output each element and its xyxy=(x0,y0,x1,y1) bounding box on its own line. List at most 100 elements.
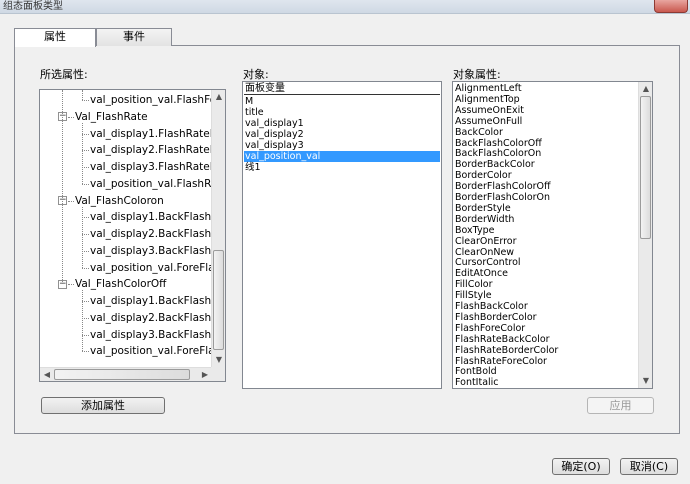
object-list-item[interactable]: title xyxy=(245,107,264,118)
tree-connector xyxy=(82,133,89,135)
close-window-button[interactable] xyxy=(654,0,688,13)
scroll-right-arrow-icon[interactable]: ▶ xyxy=(198,368,212,382)
object-prop-item[interactable]: EditAtOnce xyxy=(455,268,508,279)
object-prop-item[interactable]: AlignmentTop xyxy=(455,94,520,105)
object-prop-item[interactable]: AssumeOnFull xyxy=(455,116,522,127)
tree-content: val_position_val.FlashFor − Val_FlashRate v… xyxy=(40,90,212,367)
object-prop-item[interactable]: BorderColor xyxy=(455,170,512,181)
tree-connector xyxy=(82,290,83,352)
object-prop-item[interactable]: CursorControl xyxy=(455,257,521,268)
object-prop-item[interactable]: FlashForeColor xyxy=(455,323,525,334)
scroll-down-arrow-icon[interactable]: ▼ xyxy=(639,374,653,388)
scroll-up-arrow-icon[interactable]: ▲ xyxy=(639,82,653,96)
tree-leaf-node[interactable]: val_display1.BackFlashCo xyxy=(90,293,212,310)
object-prop-item[interactable]: FillStyle xyxy=(455,290,492,301)
object-prop-item[interactable]: BorderStyle xyxy=(455,203,511,214)
tab-properties-label: 属性 xyxy=(44,30,66,43)
ok-button[interactable]: 确定(O) xyxy=(552,458,610,475)
tree-connector xyxy=(82,217,89,219)
tree-connector xyxy=(62,90,63,285)
tree-leaf-node[interactable]: val_display2.BackFlashCo xyxy=(90,310,212,327)
scroll-corner xyxy=(211,367,225,381)
tree-leaf-node[interactable]: val_position_val.FlashRat xyxy=(90,176,212,193)
object-prop-item[interactable]: BorderBackColor xyxy=(455,159,535,170)
object-prop-item[interactable]: BackFlashColorOn xyxy=(455,148,541,159)
add-property-button[interactable]: 添加属性 xyxy=(41,397,165,414)
object-list-item[interactable]: val_display3 xyxy=(245,140,304,151)
object-prop-item[interactable]: FillColor xyxy=(455,279,493,290)
props-vscroll-thumb[interactable] xyxy=(640,96,651,239)
tree-group-node[interactable]: Val_FlashRate xyxy=(75,109,148,126)
tree-leaf-node[interactable]: val_display3.BackFlashCo xyxy=(90,327,212,344)
tree-connector xyxy=(68,116,74,118)
tab-properties[interactable]: 属性 xyxy=(14,28,96,47)
tree-connector xyxy=(82,183,89,185)
object-prop-item[interactable]: FlashRateBackColor xyxy=(455,334,550,345)
object-prop-item[interactable]: BorderFlashColorOff xyxy=(455,181,551,192)
tree-leaf-node[interactable]: val_position_val.FlashFor xyxy=(90,92,212,109)
tree-leaf-node[interactable]: val_position_val.ForeFlas xyxy=(90,260,212,277)
object-prop-item[interactable]: FlashRateForeColor xyxy=(455,356,547,367)
tree-connector xyxy=(82,100,89,101)
object-prop-item[interactable]: FontItalic xyxy=(455,377,499,388)
tree-hscroll-thumb[interactable] xyxy=(54,369,190,380)
object-prop-item[interactable]: AssumeOnExit xyxy=(455,105,524,116)
tab-events-label: 事件 xyxy=(123,30,145,43)
tree-leaf-node[interactable]: val_display2.BackFlashCo xyxy=(90,226,212,243)
object-list-item[interactable]: 线1 xyxy=(245,162,261,173)
object-prop-item[interactable]: ClearOnError xyxy=(455,236,517,247)
tree-connector xyxy=(82,334,89,336)
tree-group-node[interactable]: Val_FlashColorOff xyxy=(75,276,166,293)
tree-connector xyxy=(82,150,89,152)
tree-connector xyxy=(82,234,89,235)
apply-button[interactable]: 应用 xyxy=(587,397,654,414)
object-prop-item[interactable]: BackColor xyxy=(455,127,503,138)
tree-leaf-node[interactable]: val_display2.FlashRateBa xyxy=(90,142,212,159)
tree-horizontal-scrollbar[interactable]: ◀ ▶ xyxy=(40,367,212,381)
tree-vertical-scrollbar[interactable]: ▲ ▼ xyxy=(211,90,225,367)
scroll-left-arrow-icon[interactable]: ◀ xyxy=(40,368,54,382)
tree-connector xyxy=(82,301,89,302)
scroll-down-arrow-icon[interactable]: ▼ xyxy=(212,353,226,367)
tree-connector xyxy=(82,351,89,353)
tree-leaf-node[interactable]: val_display3.BackFlashCo xyxy=(90,243,212,260)
tree-leaf-node[interactable]: val_position_val.ForeFlas xyxy=(90,343,212,360)
tree-connector xyxy=(82,122,83,184)
tree-connector xyxy=(82,267,89,269)
window-title: 组态面板类型 xyxy=(3,1,63,12)
object-prop-item[interactable]: FlashRateBorderColor xyxy=(455,345,558,356)
object-list-item[interactable]: val_display2 xyxy=(245,129,304,140)
tree-group-node[interactable]: Val_FlashColoron xyxy=(75,193,164,210)
object-prop-item[interactable]: AlignmentLeft xyxy=(455,83,522,94)
tab-events[interactable]: 事件 xyxy=(96,28,172,46)
scroll-up-arrow-icon[interactable]: ▲ xyxy=(212,90,226,104)
tree-leaf-node[interactable]: val_display1.BackFlashCo xyxy=(90,209,212,226)
object-prop-item[interactable]: FontBold xyxy=(455,366,497,377)
selected-props-label: 所选属性: xyxy=(40,68,88,81)
tree-connector xyxy=(82,167,89,168)
object-prop-item[interactable]: BoxType xyxy=(455,225,494,236)
objects-list-header: 面板变量 xyxy=(244,83,440,95)
object-prop-item[interactable]: FlashBackColor xyxy=(455,301,528,312)
tree-connector xyxy=(68,200,74,202)
tree-leaf-node[interactable]: val_display3.FlashRateBa xyxy=(90,159,212,176)
tree-connector xyxy=(82,317,89,319)
tree-connector xyxy=(82,90,83,100)
object-props-list[interactable]: AlignmentLeft AlignmentTop AssumeOnExit Ass… xyxy=(452,81,653,389)
props-vertical-scrollbar[interactable]: ▲ ▼ xyxy=(638,82,652,388)
object-prop-item[interactable]: BorderWidth xyxy=(455,214,514,225)
title-bar: 组态面板类型 xyxy=(0,0,690,14)
selected-props-tree[interactable]: val_position_val.FlashFor − Val_FlashRate v… xyxy=(39,89,226,382)
object-prop-item[interactable]: ClearOnNew xyxy=(455,247,514,258)
object-prop-item[interactable]: FlashBorderColor xyxy=(455,312,537,323)
object-list-item[interactable]: val_display1 xyxy=(245,118,304,129)
tree-vscroll-thumb[interactable] xyxy=(213,250,224,350)
object-list-item[interactable]: M xyxy=(245,96,253,107)
tree-connector xyxy=(82,206,83,268)
objects-list[interactable]: 面板变量 Mtitle val_display1 val_display2 val_d… xyxy=(242,81,442,389)
tree-leaf-node[interactable]: val_display1.FlashRateBa xyxy=(90,126,212,143)
object-prop-item[interactable]: BackFlashColorOff xyxy=(455,138,542,149)
object-list-item[interactable]: val_position_val xyxy=(244,151,440,162)
object-prop-item[interactable]: BorderFlashColorOn xyxy=(455,192,550,203)
cancel-button[interactable]: 取消(C) xyxy=(620,458,678,475)
